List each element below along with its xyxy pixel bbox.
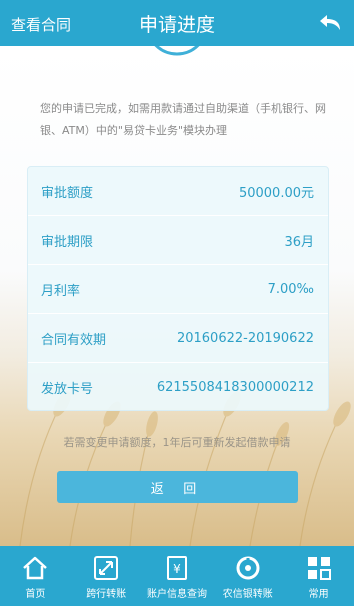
svg-text:¥: ¥ <box>173 562 181 576</box>
approval-term-row: 审批期限 36月 <box>28 216 328 265</box>
back-arrow-icon[interactable] <box>318 10 344 36</box>
monthly-rate-row: 月利率 7.00‰ <box>28 265 328 314</box>
monthly-rate-label: 月利率 <box>41 283 81 299</box>
grid-icon <box>307 557 331 580</box>
account-query-icon: ¥ <box>166 556 187 580</box>
approval-details-card: 审批额度 50000.00元 审批期限 36月 月利率 7.00‰ 合同有效期 … <box>27 166 329 411</box>
success-check-icon <box>154 46 200 56</box>
tab-rural-credit-transfer-label: 农信银转账 <box>222 589 273 600</box>
approval-term-value: 36月 <box>284 234 314 250</box>
tab-interbank-transfer-label: 跨行转账 <box>86 589 127 600</box>
rural-credit-transfer-icon <box>236 556 260 580</box>
contract-validity-row: 合同有效期 20160622-20190622 <box>28 314 328 363</box>
tab-interbank-transfer[interactable]: 跨行转账 <box>71 546 142 606</box>
reapply-hint: 若需变更申请额度，1年后可重新发起借款申请 <box>63 436 291 449</box>
tab-account-query-label: 账户信息查询 <box>146 589 207 600</box>
contract-validity-value: 20160622-20190622 <box>176 330 314 346</box>
tab-home-label: 首页 <box>25 589 46 600</box>
main-content: 您的申请已完成，如需用款请通过自助渠道（手机银行、网银、ATM）中的"易贷卡业务… <box>0 46 354 546</box>
completion-notice: 您的申请已完成，如需用款请通过自助渠道（手机银行、网银、ATM）中的"易贷卡业务… <box>40 102 326 137</box>
tab-common[interactable]: 常用 <box>283 546 354 606</box>
approval-amount-row: 审批额度 50000.00元 <box>28 167 328 216</box>
approval-amount-label: 审批额度 <box>41 185 94 201</box>
bottom-tab-bar: 首页 跨行转账 ¥ 账户信息查询 农信银转账 常用 <box>0 546 354 606</box>
approval-amount-value: 50000.00元 <box>238 185 314 201</box>
return-button[interactable]: 返 回 <box>57 471 298 503</box>
contract-validity-label: 合同有效期 <box>41 332 107 348</box>
card-number-label: 发放卡号 <box>41 382 94 397</box>
header-bar: 查看合同 申请进度 <box>0 0 354 46</box>
card-number-value: 6215508418300000212 <box>156 380 314 395</box>
monthly-rate-value: 7.00‰ <box>267 281 314 297</box>
approval-term-label: 审批期限 <box>41 234 94 250</box>
home-icon <box>23 556 48 580</box>
tab-account-query[interactable]: ¥ 账户信息查询 <box>142 546 213 606</box>
tab-common-label: 常用 <box>308 589 329 600</box>
tab-rural-credit-transfer[interactable]: 农信银转账 <box>212 546 283 606</box>
page-title: 申请进度 <box>138 14 215 36</box>
card-number-row: 发放卡号 6215508418300000212 <box>28 363 328 412</box>
tab-home[interactable]: 首页 <box>0 546 71 606</box>
transfer-icon <box>94 556 119 580</box>
